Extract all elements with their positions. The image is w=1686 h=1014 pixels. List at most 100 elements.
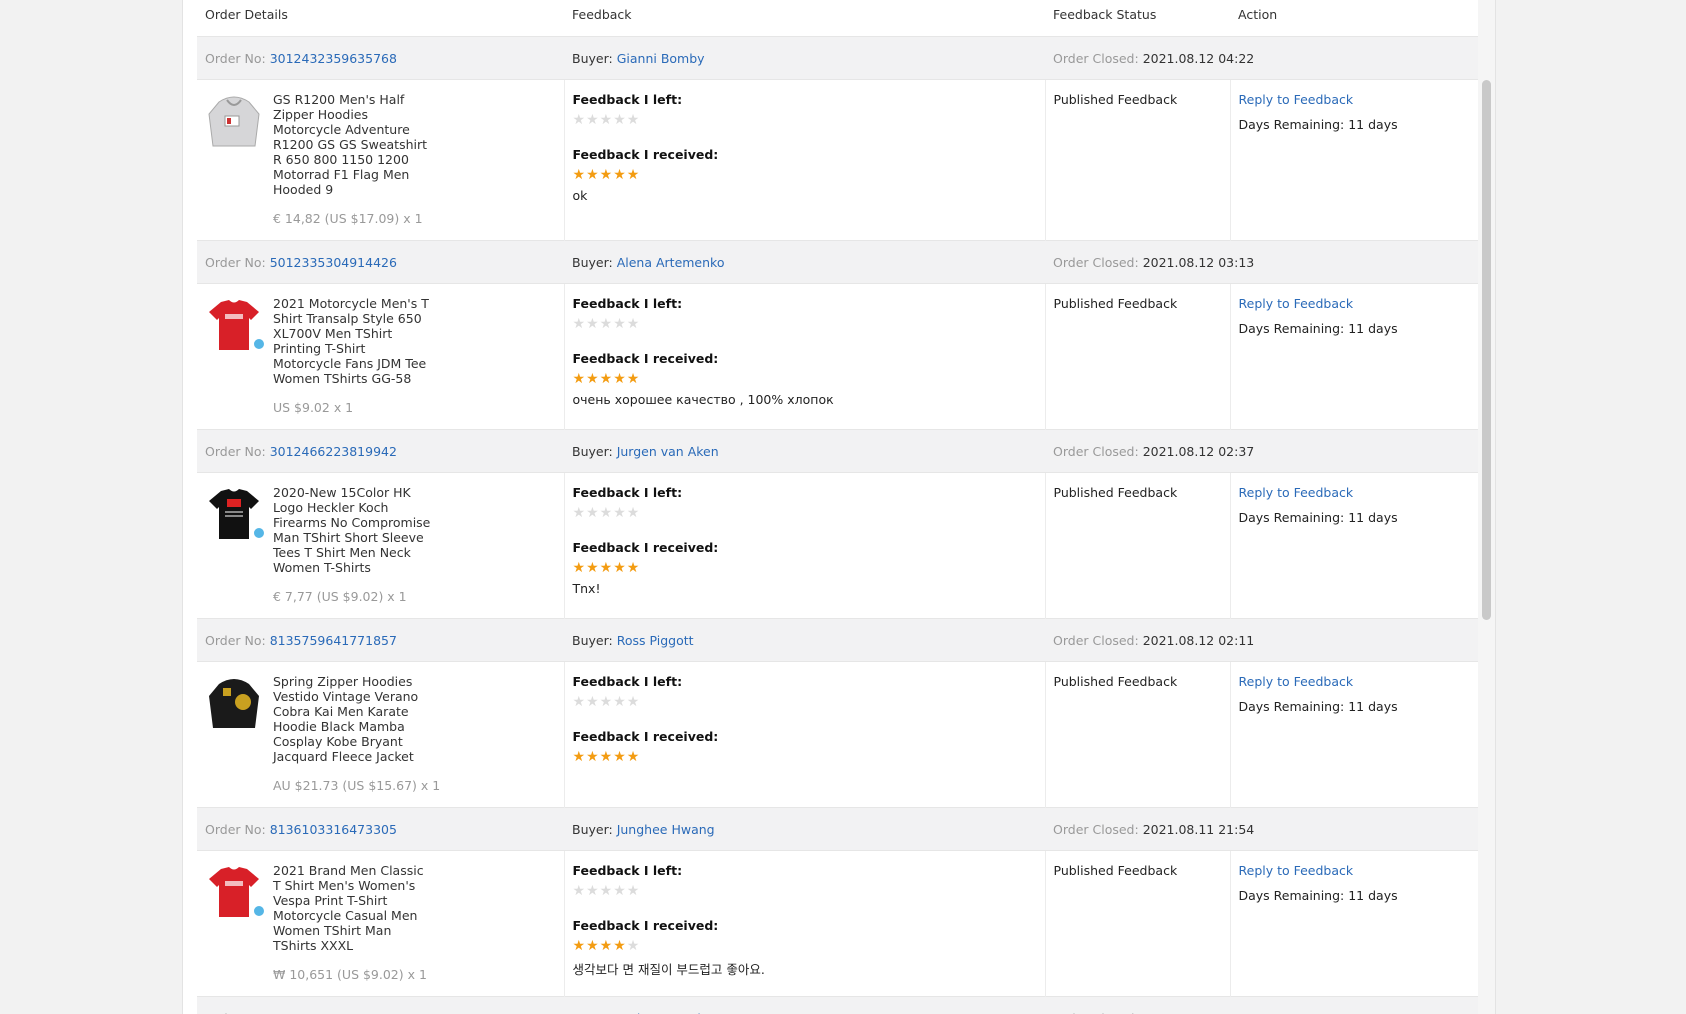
order-details-cell: 2021 Brand Men Classic T Shirt Men's Wom… (197, 851, 564, 997)
feedback-panel: Order Details Feedback Feedback Status A… (182, 0, 1496, 1014)
product-title[interactable]: 2021 Brand Men Classic T Shirt Men's Wom… (273, 863, 433, 953)
product-price: AU $21.73 (US $15.67) x 1 (273, 778, 441, 793)
feedback-received-label: Feedback I received: (572, 729, 719, 744)
buyer-cell: Buyer: Gianni Bomby (564, 36, 1045, 80)
order-number-link[interactable]: 8136103316473305 (270, 822, 397, 837)
action-cell: Reply to Feedback Days Remaining: 11 days (1229, 850, 1481, 997)
feedback-left-stars: ★★★★★ (572, 505, 641, 521)
order-body-row: 2021 Brand Men Classic T Shirt Men's Wom… (197, 850, 1481, 997)
action-cell: Reply to Feedback Days Remaining: 11 days (1229, 661, 1481, 808)
reply-to-feedback-link[interactable]: Reply to Feedback (1239, 296, 1354, 311)
feedback-left-stars: ★★★★★ (572, 112, 641, 128)
order-header-row: Order No: 8135955399003502Buyer: pedro p… (197, 996, 1481, 1014)
product-price: ₩ 10,651 (US $9.02) x 1 (273, 967, 427, 982)
order-number-cell: Order No: 8135955399003502 (197, 996, 564, 1014)
order-details-cell: 2020-New 15Color HK Logo Heckler Koch Fi… (197, 473, 564, 619)
buyer-link[interactable]: pedro perambuena (617, 1011, 737, 1014)
reply-to-feedback-link[interactable]: Reply to Feedback (1239, 485, 1354, 500)
scrollbar-thumb[interactable] (1482, 80, 1491, 620)
feedback-comment: ok (572, 188, 588, 203)
order-header-row: Order No: 3012466223819942 Buyer: Jurgen … (197, 429, 1481, 473)
order-closed-date: 2021.08.12 02:11 (1142, 632, 1255, 648)
order-closed-date: 2021.08.11 19:56 (1143, 1011, 1255, 1014)
scrollbar[interactable] (1478, 0, 1495, 1014)
feedback-received-label: Feedback I received: (572, 351, 719, 366)
feedback-left-stars: ★★★★★ (572, 694, 641, 710)
product-price: US $9.02 x 1 (273, 400, 354, 415)
order-number-link[interactable]: 3012466223819942 (270, 444, 397, 459)
feedback-left-stars: ★★★★★ (572, 883, 641, 899)
reply-to-feedback-link[interactable]: Reply to Feedback (1239, 674, 1354, 689)
order-closed-date: 2021.08.12 04:22 (1142, 50, 1255, 66)
product-thumbnail[interactable] (205, 674, 263, 732)
days-remaining: Days Remaining: 11 days (1238, 321, 1398, 336)
feedback-cell: Feedback I left: ★★★★★ Feedback I received… (563, 850, 1045, 997)
product-thumbnail[interactable] (205, 863, 265, 921)
order-body-row: 2021 Motorcycle Men's T Shirt Transalp S… (197, 283, 1481, 430)
order-number-cell: Order No: 3012466223819942 (197, 429, 564, 473)
buyer-link[interactable]: Ross Piggott (617, 633, 694, 648)
order-closed-cell: Order Closed: 2021.08.11 21:54 (1045, 807, 1481, 851)
feedback-status-cell: Published Feedback (1044, 850, 1230, 997)
action-cell: Reply to Feedback Days Remaining: 11 days (1229, 283, 1481, 430)
product-thumbnail[interactable] (205, 485, 265, 543)
buyer-link[interactable]: Alena Artemenko (617, 255, 725, 270)
reply-to-feedback-link[interactable]: Reply to Feedback (1239, 863, 1354, 878)
reply-to-feedback-link[interactable]: Reply to Feedback (1239, 92, 1354, 107)
product-title[interactable]: 2021 Motorcycle Men's T Shirt Transalp S… (273, 296, 433, 386)
order-number-cell: Order No: 8135759641771857 (197, 618, 564, 662)
buyer-cell: Buyer: Alena Artemenko (564, 240, 1045, 284)
feedback-status-cell: Published Feedback (1044, 283, 1230, 430)
buyer-cell: Buyer: pedro perambuena (564, 996, 1045, 1014)
buyer-link[interactable]: Jurgen van Aken (617, 444, 719, 459)
days-remaining: Days Remaining: 11 days (1238, 117, 1398, 132)
feedback-received-label: Feedback I received: (572, 918, 719, 933)
order-header-row: Order No: 5012335304914426 Buyer: Alena A… (197, 240, 1481, 284)
days-remaining: Days Remaining: 11 days (1238, 888, 1398, 903)
product-thumbnail[interactable] (205, 92, 263, 150)
feedback-received-stars: ★★★★★ (572, 371, 641, 387)
feedback-received-stars: ★★★★★ (572, 560, 641, 576)
feedback-cell: Feedback I left: ★★★★★ Feedback I received… (563, 283, 1045, 430)
feedback-comment: Tnx! (572, 581, 601, 596)
order-number-link[interactable]: 8135955399003502 (270, 1011, 397, 1014)
feedback-left-label: Feedback I left: (572, 296, 683, 311)
feedback-status-cell: Published Feedback (1044, 661, 1230, 808)
feedback-received-stars: ★★★★★ (572, 749, 641, 765)
product-price: € 14,82 (US $17.09) x 1 (273, 211, 423, 226)
order-number-link[interactable]: 5012335304914426 (270, 255, 397, 270)
order-closed-cell: Order Closed: 2021.08.11 19:56 (1045, 996, 1481, 1014)
order-number-link[interactable]: 8135759641771857 (270, 633, 397, 648)
buyer-link[interactable]: Gianni Bomby (617, 51, 705, 66)
product-title[interactable]: GS R1200 Men's Half Zipper Hoodies Motor… (273, 92, 433, 197)
header-feedback-status: Feedback Status (1053, 7, 1157, 22)
buyer-link[interactable]: Junghee Hwang (617, 822, 715, 837)
order-header-row: Order No: 8135759641771857 Buyer: Ross Pi… (197, 618, 1481, 662)
feedback-left-label: Feedback I left: (572, 485, 683, 500)
order-header-row: Order No: 8136103316473305 Buyer: Junghee… (197, 807, 1481, 851)
order-details-cell: GS R1200 Men's Half Zipper Hoodies Motor… (197, 80, 564, 241)
days-remaining: Days Remaining: 11 days (1238, 699, 1398, 714)
order-number-cell: Order No: 5012335304914426 (197, 240, 564, 284)
order-closed-date: 2021.08.12 03:13 (1142, 254, 1255, 270)
feedback-comment: очень хорошее качество , 100% хлопок (572, 392, 834, 407)
feedback-comment: 생각보다 면 재질이 부드럽고 좋아요. (572, 962, 765, 977)
product-thumbnail[interactable] (205, 296, 265, 354)
order-closed-cell: Order Closed: 2021.08.12 03:13 (1045, 240, 1481, 284)
order-closed-date: 2021.08.11 21:54 (1142, 821, 1255, 837)
feedback-received-stars: ★★★★★ (572, 938, 641, 954)
order-number-link[interactable]: 3012432359635768 (270, 51, 397, 66)
product-title[interactable]: Spring Zipper Hoodies Vestido Vintage Ve… (273, 674, 433, 764)
buyer-cell: Buyer: Jurgen van Aken (564, 429, 1045, 473)
feedback-left-label: Feedback I left: (572, 92, 683, 107)
table-header-row: Order Details Feedback Feedback Status A… (197, 0, 1481, 37)
order-header-row: Order No: 3012432359635768 Buyer: Gianni … (197, 36, 1481, 80)
order-details-cell: 2021 Motorcycle Men's T Shirt Transalp S… (197, 284, 564, 430)
feedback-left-stars: ★★★★★ (572, 316, 641, 332)
product-title[interactable]: 2020-New 15Color HK Logo Heckler Koch Fi… (273, 485, 433, 575)
product-price: € 7,77 (US $9.02) x 1 (273, 589, 407, 604)
order-number-cell: Order No: 8136103316473305 (197, 807, 564, 851)
feedback-cell: Feedback I left: ★★★★★ Feedback I received… (563, 661, 1045, 808)
feedback-received-label: Feedback I received: (572, 147, 719, 162)
order-number-cell: Order No: 3012432359635768 (197, 36, 564, 80)
